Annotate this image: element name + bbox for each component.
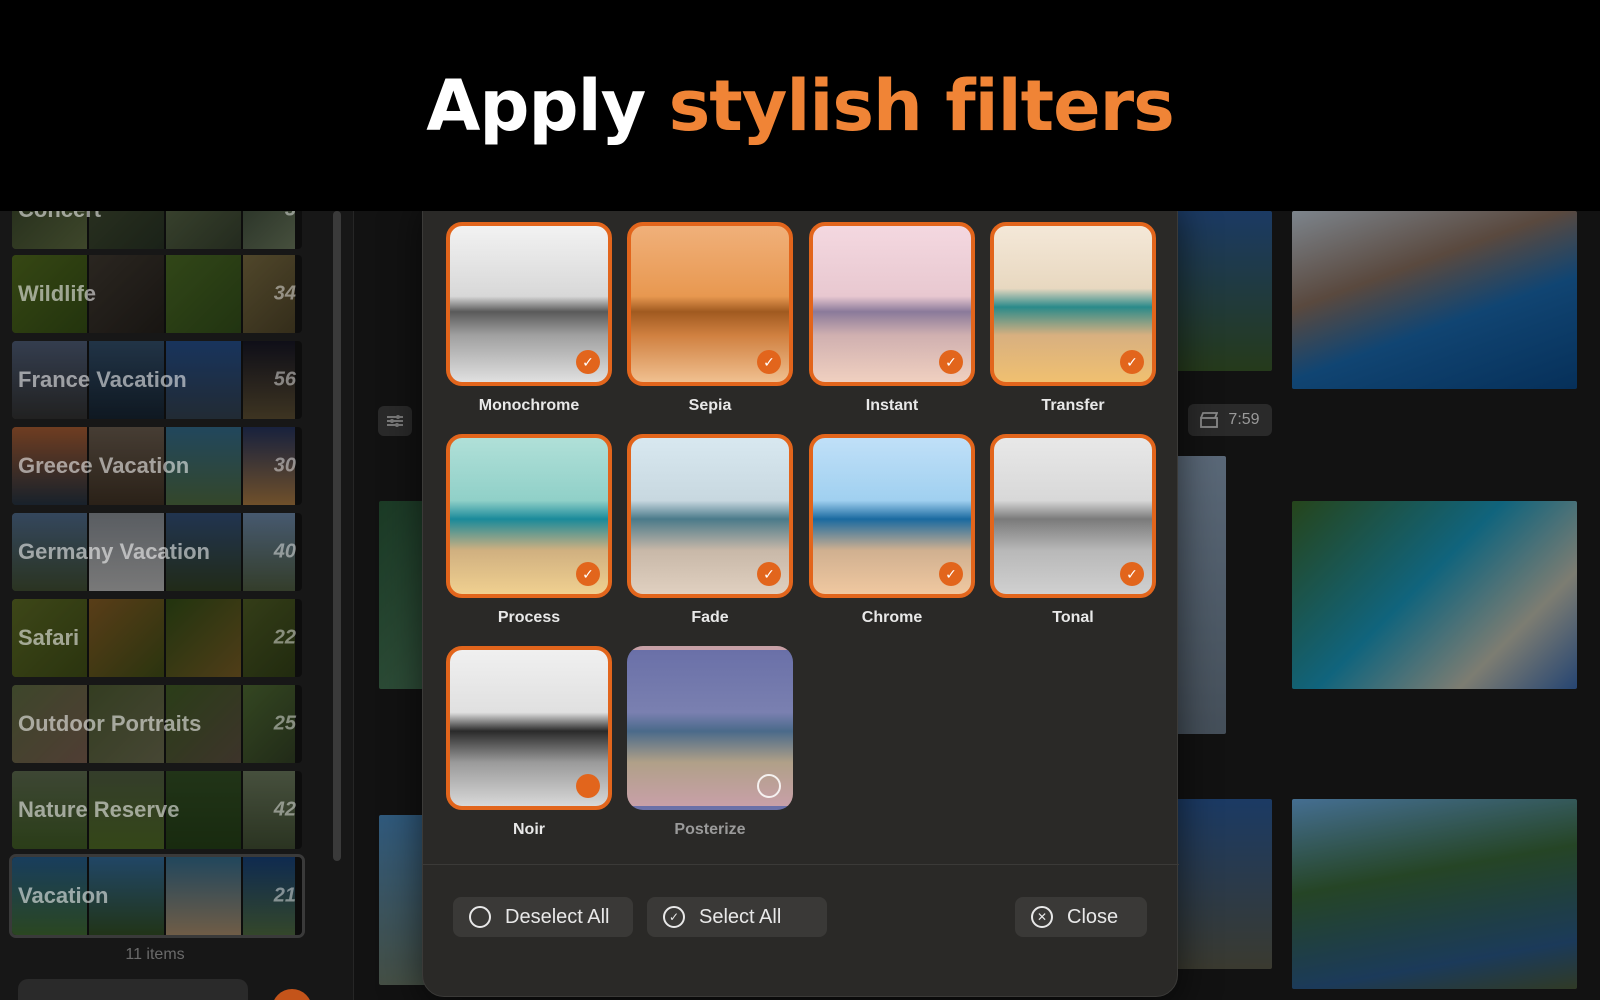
filter-thumbnail: ✓ xyxy=(627,434,793,598)
close-button[interactable]: ✕ Close xyxy=(1015,897,1147,937)
clapperboard-icon xyxy=(1200,412,1219,428)
filter-thumbnail: ✓ xyxy=(990,434,1156,598)
dialog-divider xyxy=(423,864,1179,865)
filter-label: Fade xyxy=(691,609,729,626)
unchecked-circle-icon xyxy=(757,774,781,798)
background-photo xyxy=(1292,211,1577,389)
filter-thumbnail xyxy=(627,646,793,810)
background-photo xyxy=(1170,211,1272,371)
checkmark-icon: ✓ xyxy=(939,562,963,586)
album-france-vacation[interactable]: France Vacation 56 xyxy=(12,341,302,419)
background-photo xyxy=(1292,799,1577,989)
selected-dot-icon xyxy=(576,774,600,798)
filter-transfer[interactable]: ✓ Transfer xyxy=(990,222,1156,415)
filter-noir[interactable]: Noir xyxy=(446,646,612,839)
sidebar-footer-button[interactable] xyxy=(272,989,312,1000)
checkmark-icon: ✓ xyxy=(757,562,781,586)
filter-sepia[interactable]: ✓ Sepia xyxy=(627,222,793,415)
filter-thumbnail: ✓ xyxy=(446,222,612,386)
album-count: 30 xyxy=(273,454,296,477)
album-vacation[interactable]: Vacation 21 xyxy=(9,854,305,938)
album-name: Wildlife xyxy=(18,281,97,306)
album-count: 56 xyxy=(273,368,296,391)
album-name: Safari xyxy=(18,625,80,650)
filter-label: Instant xyxy=(865,397,919,414)
close-circle-icon: ✕ xyxy=(1031,906,1053,928)
album-name: Greece Vacation xyxy=(18,453,190,478)
album-count: 42 xyxy=(273,798,296,821)
banner-title-plain: Apply xyxy=(426,64,669,147)
close-label: Close xyxy=(1067,905,1119,928)
checkmark-icon: ✓ xyxy=(1120,562,1144,586)
filter-label: Tonal xyxy=(1052,609,1094,626)
album-name: Germany Vacation xyxy=(18,539,210,564)
filter-label: Sepia xyxy=(688,397,732,414)
sliders-icon xyxy=(387,415,403,427)
banner-title-accent: stylish filters xyxy=(668,64,1175,147)
filter-instant[interactable]: ✓ Instant xyxy=(809,222,975,415)
checkmark-icon: ✓ xyxy=(576,562,600,586)
check-circle-icon: ✓ xyxy=(663,906,685,928)
filter-thumbnail xyxy=(446,646,612,810)
filter-thumbnail: ✓ xyxy=(809,222,975,386)
album-name: Outdoor Portraits xyxy=(18,711,202,736)
filter-picker-dialog: ✓ Monochrome ✓ Sepia ✓ Instant ✓ Transfe… xyxy=(422,211,1179,997)
sidebar-scrollbar[interactable] xyxy=(333,211,341,861)
album-count: 34 xyxy=(273,282,296,305)
app-window: Concert 3 Wildlife 34 France Vacation 56 xyxy=(0,211,1600,1000)
album-nature-reserve[interactable]: Nature Reserve 42 xyxy=(12,771,302,849)
checkmark-icon: ✓ xyxy=(1120,350,1144,374)
banner-title: Apply stylish filters xyxy=(426,64,1175,147)
background-photo xyxy=(1292,501,1577,689)
select-all-label: Select All xyxy=(699,905,782,928)
filter-fade[interactable]: ✓ Fade xyxy=(627,434,793,627)
deselect-all-button[interactable]: Deselect All xyxy=(453,897,633,937)
filter-thumbnail: ✓ xyxy=(446,434,612,598)
album-name: France Vacation xyxy=(18,367,187,392)
album-count: 21 xyxy=(273,884,296,907)
deselect-all-label: Deselect All xyxy=(505,905,610,928)
slideshow-duration[interactable]: 7:59 xyxy=(1188,404,1272,436)
checkmark-icon: ✓ xyxy=(757,350,781,374)
circle-icon xyxy=(469,906,491,928)
album-sidebar: Concert 3 Wildlife 34 France Vacation 56 xyxy=(0,211,354,1000)
filter-label: Process xyxy=(497,609,561,626)
promo-banner: Apply stylish filters xyxy=(0,0,1600,211)
filter-posterize[interactable]: Posterize xyxy=(627,646,793,839)
album-count: 25 xyxy=(273,712,296,735)
album-safari[interactable]: Safari 22 xyxy=(12,599,302,677)
filter-monochrome[interactable]: ✓ Monochrome xyxy=(446,222,612,415)
album-count: 22 xyxy=(273,626,296,649)
checkmark-icon: ✓ xyxy=(939,350,963,374)
filter-label: Noir xyxy=(513,821,545,838)
sidebar-footer-control[interactable] xyxy=(18,979,248,1000)
album-outdoor-portraits[interactable]: Outdoor Portraits 25 xyxy=(12,685,302,763)
background-photo xyxy=(1170,456,1226,734)
album-count: 40 xyxy=(273,540,296,563)
album-name: Nature Reserve xyxy=(18,797,180,822)
album-name: Vacation xyxy=(18,883,109,908)
filter-label: Posterize xyxy=(674,821,746,838)
filter-label: Chrome xyxy=(861,609,923,626)
album-concert[interactable]: Concert 3 xyxy=(12,211,302,249)
adjust-button[interactable] xyxy=(378,406,412,436)
filter-tonal[interactable]: ✓ Tonal xyxy=(990,434,1156,627)
album-name: Concert xyxy=(18,211,101,223)
filter-process[interactable]: ✓ Process xyxy=(446,434,612,627)
background-photo xyxy=(1170,799,1272,969)
album-count: 3 xyxy=(285,211,296,222)
duration-text: 7:59 xyxy=(1228,411,1260,428)
filter-thumbnail: ✓ xyxy=(809,434,975,598)
filter-label: Transfer xyxy=(1041,397,1105,414)
album-germany-vacation[interactable]: Germany Vacation 40 xyxy=(12,513,302,591)
select-all-button[interactable]: ✓ Select All xyxy=(647,897,827,937)
filter-chrome[interactable]: ✓ Chrome xyxy=(809,434,975,627)
album-greece-vacation[interactable]: Greece Vacation 30 xyxy=(12,427,302,505)
filter-label: Monochrome xyxy=(478,397,580,414)
filter-thumbnail: ✓ xyxy=(990,222,1156,386)
filter-thumbnail: ✓ xyxy=(627,222,793,386)
album-wildlife[interactable]: Wildlife 34 xyxy=(12,255,302,333)
items-count: 11 items xyxy=(125,946,185,963)
checkmark-icon: ✓ xyxy=(576,350,600,374)
